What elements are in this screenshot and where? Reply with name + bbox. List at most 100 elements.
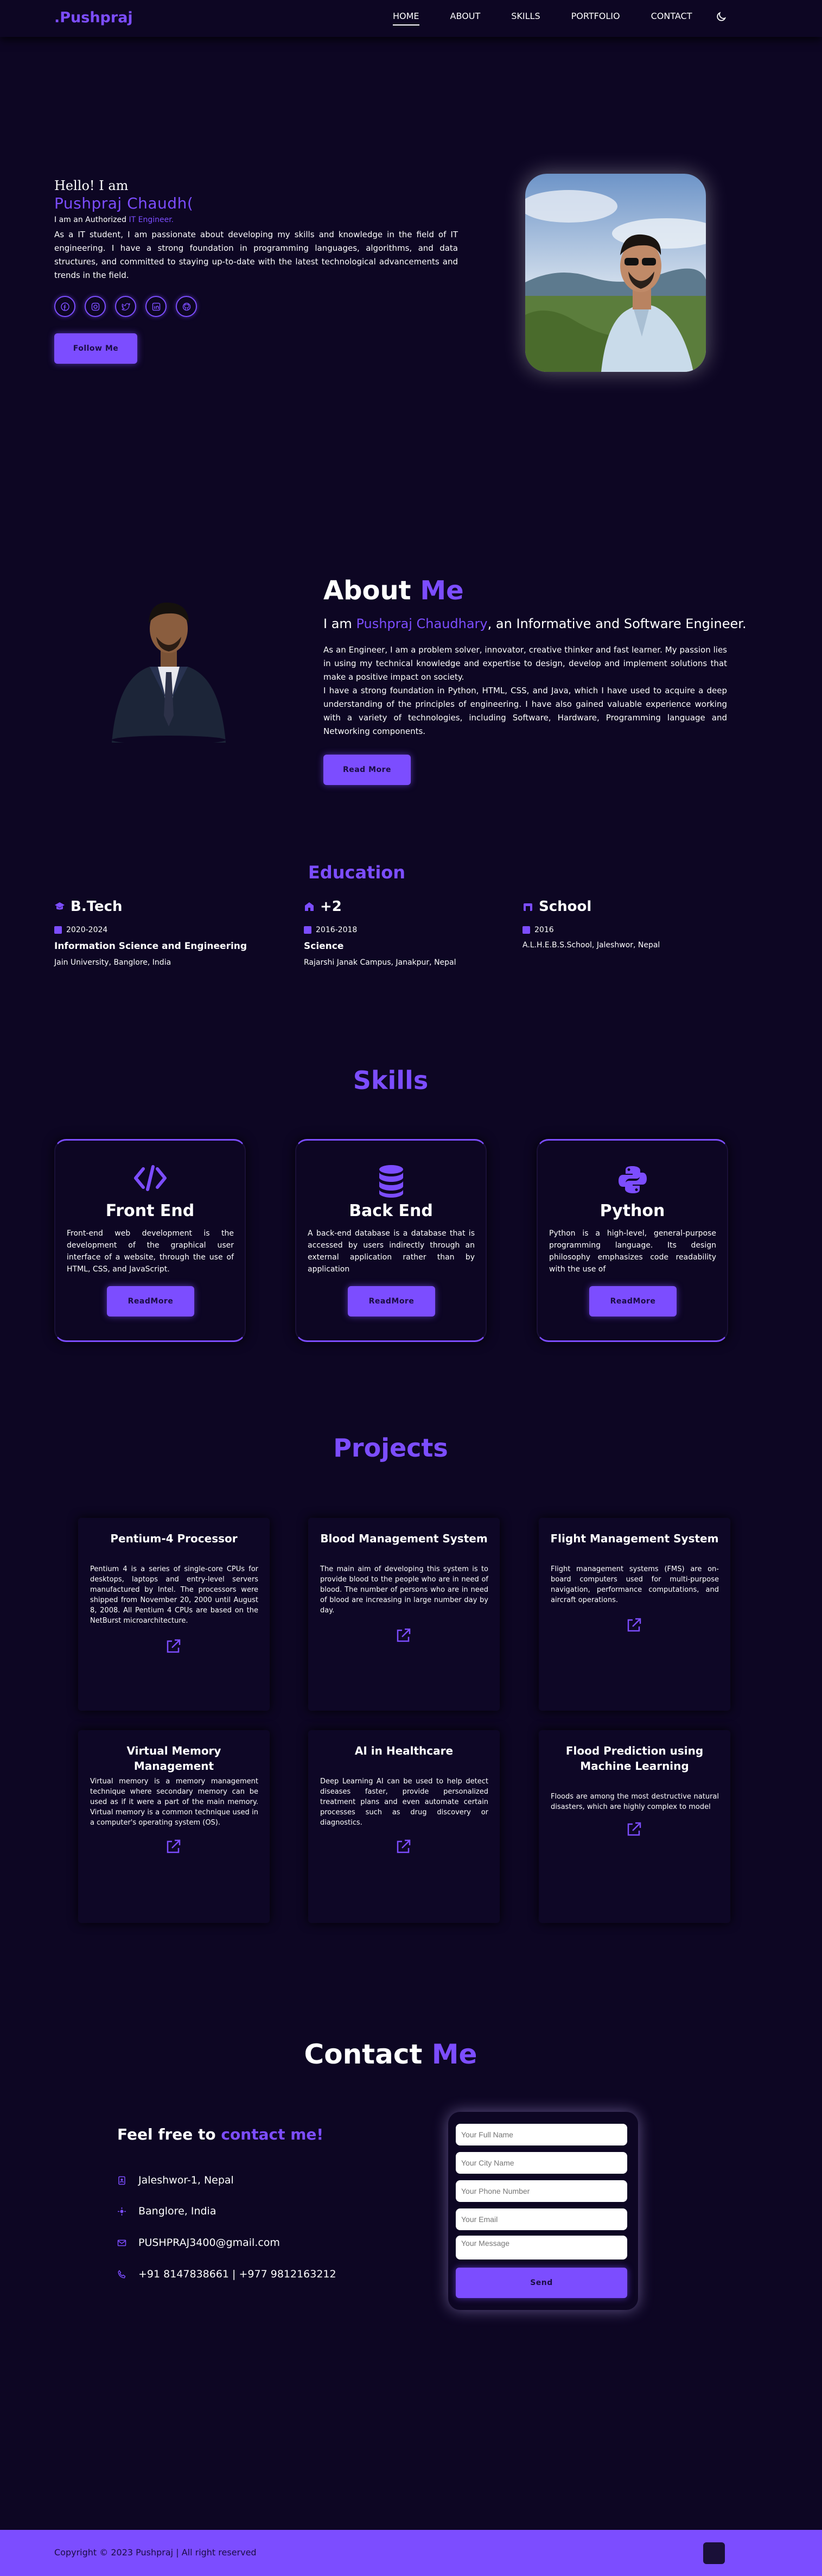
education-title: Education — [308, 862, 406, 883]
back-to-top-button[interactable] — [703, 2542, 725, 2564]
calendar-icon — [522, 926, 530, 934]
project-name: Flight Management System — [550, 1532, 719, 1545]
social-links — [54, 296, 197, 317]
moon-icon[interactable] — [715, 11, 727, 23]
project-description: Virtual memory is a memory management te… — [90, 1777, 258, 1827]
phone-icon — [118, 2269, 126, 2278]
hero-role: I am an Authorized IT Engineer. — [54, 216, 174, 224]
about-title-2: Me — [420, 575, 464, 606]
contact-form: Send — [448, 2112, 638, 2310]
copyright-text: Copyright © 2023 Pushpraj | All right re… — [54, 2547, 257, 2558]
hero-role-prefix: I am an Authorized — [54, 216, 127, 224]
education-year-text: 2016-2018 — [316, 926, 358, 934]
education-heading-text: B.Tech — [71, 898, 123, 915]
education-year: 2020-2024 — [54, 926, 293, 934]
nav-about[interactable]: ABOUT — [450, 11, 481, 26]
about-read-more-button[interactable]: Read More — [323, 755, 411, 785]
project-description: Flight management systems (FMS) are on-b… — [551, 1565, 719, 1604]
skill-read-more-button[interactable]: ReadMore — [589, 1286, 677, 1317]
nav-skills[interactable]: SKILLS — [511, 11, 540, 26]
contact-email[interactable]: PUSHPRAJ3400@gmail.com — [117, 2237, 280, 2249]
message-textarea[interactable] — [456, 2236, 627, 2259]
twitter-icon[interactable] — [115, 296, 136, 317]
skill-name: Python — [600, 1201, 665, 1220]
project-card: AI in Healthcare Deep Learning AI can be… — [308, 1730, 500, 1923]
skill-card: Front End Front-end web development is t… — [54, 1139, 246, 1342]
hero-description: As a IT student, I am passionate about d… — [54, 230, 458, 280]
full-name-input[interactable] — [456, 2124, 627, 2145]
contact-tagline-2: contact me! — [221, 2125, 324, 2143]
contact-phone[interactable]: +91 8147838661 | +977 9812163212 — [117, 2268, 336, 2280]
education-heading: B.Tech — [54, 898, 293, 915]
send-button[interactable]: Send — [456, 2268, 627, 2298]
skill-name: Front End — [105, 1201, 195, 1220]
site-footer: Copyright © 2023 Pushpraj | All right re… — [0, 2530, 822, 2576]
contact-email-text[interactable]: PUSHPRAJ3400@gmail.com — [138, 2237, 280, 2249]
about-paragraph-1: As an Engineer, I am a problem solver, i… — [323, 645, 727, 682]
nav-contact[interactable]: CONTACT — [651, 11, 692, 26]
nav-home[interactable]: HOME — [393, 11, 419, 26]
skill-read-more-button[interactable]: ReadMore — [107, 1286, 194, 1317]
contact-address: Jaleshwor-1, Nepal — [117, 2174, 234, 2186]
contact-tagline-1: Feel free to — [117, 2125, 216, 2143]
phone-input[interactable] — [456, 2180, 627, 2202]
education-institute: Rajarshi Janak Campus, Janakpur, Nepal — [304, 958, 456, 967]
about-title: About Me — [323, 575, 464, 606]
education-item: School 2016 A.L.H.E.B.S.School, Jaleshwo… — [522, 898, 761, 950]
about-sub-post: , an Informative and Software Engineer. — [487, 616, 747, 631]
instagram-icon[interactable] — [85, 296, 106, 317]
external-link-icon[interactable] — [165, 1638, 181, 1655]
education-heading: School — [522, 898, 761, 915]
external-link-icon[interactable] — [626, 1821, 642, 1838]
skill-read-more-button[interactable]: ReadMore — [348, 1286, 435, 1317]
school-building-icon — [305, 902, 314, 911]
hero-name: Pushpraj Chaudh( — [54, 194, 194, 212]
project-name: Flood Prediction using Machine Learning — [565, 1744, 704, 1773]
email-icon — [117, 2239, 126, 2246]
education-degree: Science — [304, 941, 344, 952]
skill-description: Python is a high-level, general-purpose … — [549, 1229, 716, 1274]
site-header: .Pushpraj HOME ABOUT SKILLS PORTFOLIO CO… — [0, 0, 822, 37]
projects-title: Projects — [333, 1433, 448, 1463]
project-description: Pentium 4 is a series of single-core CPU… — [90, 1565, 258, 1625]
python-icon — [538, 1164, 727, 1195]
education-year: 2016 — [522, 926, 761, 934]
about-paragraph-2: I have a strong foundation in Python, HT… — [323, 686, 727, 736]
facebook-icon[interactable] — [54, 296, 75, 317]
external-link-icon[interactable] — [395, 1839, 411, 1855]
project-description: The main aim of developing this system i… — [320, 1565, 488, 1615]
contact-title-1: Contact — [304, 2039, 423, 2070]
education-year-text: 2016 — [534, 926, 554, 934]
education-heading-text: +2 — [320, 898, 342, 915]
hero-role-typed: IT Engineer. — [129, 216, 174, 224]
contact-tagline: Feel free to contact me! — [117, 2125, 323, 2143]
external-link-icon[interactable] — [165, 1839, 181, 1855]
address-book-icon — [118, 2176, 125, 2185]
about-profile-photo — [112, 591, 226, 744]
city-input[interactable] — [456, 2152, 627, 2174]
project-card: Virtual Memory Management Virtual memory… — [78, 1730, 270, 1923]
project-description: Deep Learning AI can be used to help det… — [320, 1777, 488, 1827]
site-logo[interactable]: .Pushpraj — [54, 9, 133, 26]
hero-profile-photo — [525, 174, 706, 372]
linkedin-icon[interactable] — [145, 296, 167, 317]
email-input[interactable] — [456, 2208, 627, 2230]
skill-card: Back End A back-end database is a databa… — [295, 1139, 487, 1342]
contact-phone-text[interactable]: +91 8147838661 | +977 9812163212 — [138, 2268, 336, 2280]
external-link-icon[interactable] — [395, 1628, 411, 1644]
github-icon[interactable] — [176, 296, 197, 317]
about-subtitle: I am Pushpraj Chaudhary, an Informative … — [323, 616, 747, 631]
nav-portfolio[interactable]: PORTFOLIO — [571, 11, 620, 26]
contact-address-text: Jaleshwor-1, Nepal — [138, 2174, 234, 2186]
about-title-1: About — [323, 575, 411, 606]
education-degree: Information Science and Engineering — [54, 941, 247, 952]
project-card: Pentium-4 Processor Pentium 4 is a serie… — [78, 1518, 270, 1711]
skill-description: Front-end web development is the develop… — [67, 1229, 234, 1274]
project-card: Blood Management System The main aim of … — [308, 1518, 500, 1711]
code-icon — [55, 1164, 245, 1192]
external-link-icon[interactable] — [626, 1617, 642, 1634]
skill-card: Python Python is a high-level, general-p… — [537, 1139, 728, 1342]
education-institute: Jain University, Banglore, India — [54, 958, 171, 967]
follow-me-button[interactable]: Follow Me — [54, 333, 137, 364]
education-item: B.Tech 2020-2024 Information Science and… — [54, 898, 293, 967]
